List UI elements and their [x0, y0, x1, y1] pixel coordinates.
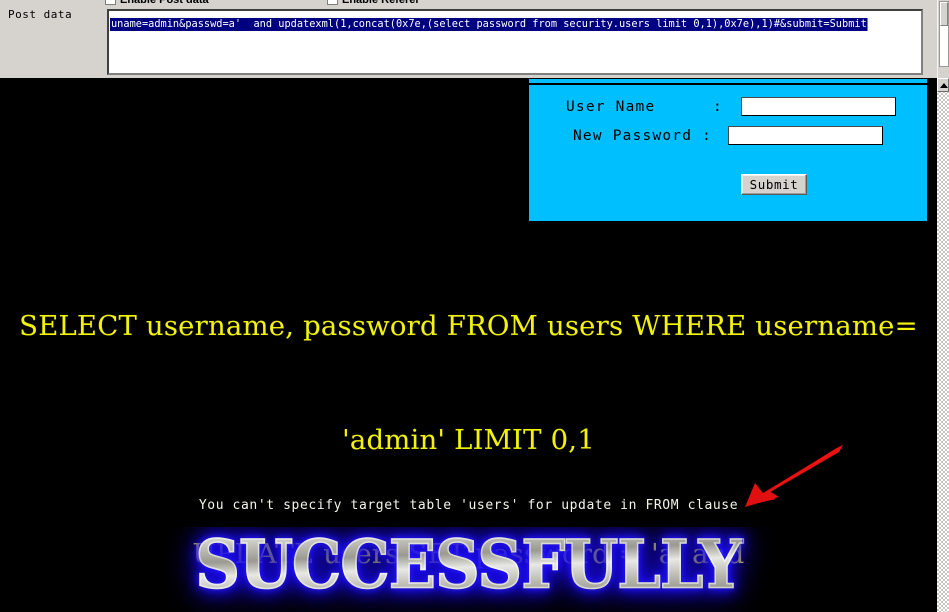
- toolbar-checkbox-row: Enable Post data Enable Referer: [105, 0, 937, 7]
- username-input[interactable]: [741, 97, 896, 116]
- chevron-down-icon[interactable]: [937, 78, 949, 92]
- banner-text: SUCCESSFULLY: [194, 527, 743, 606]
- scrollbar-thumb[interactable]: [940, 2, 948, 26]
- checkbox-icon[interactable]: [327, 0, 338, 5]
- toolbar-option-enable-referer[interactable]: Enable Referer: [327, 0, 420, 6]
- toolbar-option-label: Enable Referer: [342, 0, 420, 6]
- scrollbar-track[interactable]: [939, 1, 949, 67]
- screen-root: Enable Post data Enable Referer Post dat…: [0, 0, 949, 612]
- username-colon: :: [713, 99, 722, 115]
- banner-bottom-clip: [0, 83, 937, 85]
- post-data-label: Post data: [8, 8, 73, 21]
- successfully-banner: SUCCESSFULLY SUCCESSFULLY: [0, 527, 937, 612]
- panel-vertical-scrollbar[interactable]: [937, 0, 949, 78]
- post-data-textarea[interactable]: uname=admin&passwd=a' and updatexml(1,co…: [107, 9, 923, 75]
- page-vertical-scrollbar[interactable]: [937, 78, 949, 612]
- checkbox-icon[interactable]: [105, 0, 116, 5]
- sql-line: 'admin' LIMIT 0,1: [342, 424, 595, 456]
- submit-button[interactable]: Submit: [741, 174, 807, 195]
- toolbar-option-label: Enable Post data: [120, 0, 209, 6]
- post-data-value: uname=admin&passwd=a' and updatexml(1,co…: [110, 18, 868, 31]
- new-password-input[interactable]: [728, 126, 883, 145]
- mysql-error-message: You can't specify target table 'users' f…: [198, 498, 739, 513]
- username-label: User Name: [566, 99, 656, 115]
- sql-line: SELECT username, password FROM users WHE…: [19, 310, 918, 342]
- toolbar-option-enable-post-data[interactable]: Enable Post data: [105, 0, 209, 6]
- form-row-username: User Name :: [529, 97, 927, 119]
- post-data-tool-panel: Enable Post data Enable Referer Post dat…: [0, 0, 937, 78]
- new-password-label: New Password :: [573, 128, 713, 144]
- form-row-new-password: New Password :: [529, 126, 927, 148]
- update-password-form: User Name : New Password : Submit: [529, 79, 927, 221]
